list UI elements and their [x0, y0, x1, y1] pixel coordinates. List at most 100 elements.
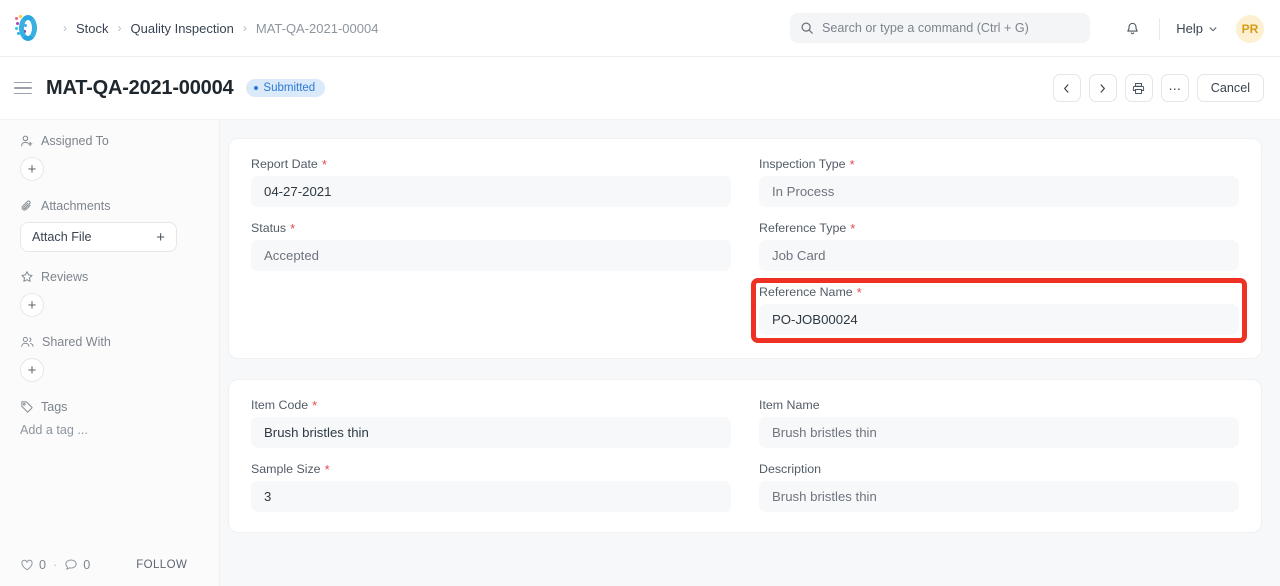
field-label: Description [759, 462, 1239, 476]
print-icon [1132, 82, 1145, 95]
item-code-input[interactable]: Brush bristles thin [251, 417, 731, 448]
label-text: Reference Name [759, 285, 853, 299]
star-icon [20, 270, 34, 284]
sidebar-label-attachments: Attachments [41, 199, 110, 213]
print-button[interactable] [1125, 74, 1153, 102]
plus-icon: + [156, 229, 165, 246]
top-navbar: › Stock › Quality Inspection › MAT-QA-20… [0, 0, 1280, 57]
field-inspection-type: Inspection Type * In Process [759, 157, 1239, 207]
breadcrumb-item-quality-inspection[interactable]: Quality Inspection [131, 21, 234, 36]
bell-icon [1124, 20, 1141, 37]
field-label: Item Code * [251, 398, 731, 412]
chevron-left-icon [1061, 83, 1072, 94]
field-label: Status * [251, 221, 731, 235]
document-sidebar: Assigned To + Attachments Attach File + [0, 120, 220, 586]
breadcrumb-separator-2: › [243, 21, 247, 35]
search-input[interactable] [822, 21, 1080, 35]
field-reference-name: Reference Name * PO-JOB00024 [756, 283, 1242, 338]
field-description: Description Brush bristles thin [759, 462, 1239, 512]
user-plus-icon [20, 134, 34, 148]
field-reference-type: Reference Type * Job Card [759, 221, 1239, 271]
sidebar-label-reviews: Reviews [41, 270, 88, 284]
add-tag-input[interactable]: Add a tag ... [20, 423, 203, 437]
label-text: Report Date [251, 157, 318, 171]
form-area: Report Date * 04-27-2021 Status * Accept… [220, 120, 1280, 586]
breadcrumb-separator-0: › [63, 21, 67, 35]
required-asterisk: * [325, 463, 330, 476]
sidebar-section-tags: Tags Add a tag ... [20, 400, 203, 437]
comment-icon [64, 558, 78, 572]
form-column-right: Inspection Type * In Process Reference T… [759, 157, 1239, 338]
label-text: Item Name [759, 398, 820, 412]
heart-icon [20, 558, 34, 572]
form-column-left: Report Date * 04-27-2021 Status * Accept… [251, 157, 731, 338]
page-body: Assigned To + Attachments Attach File + [0, 120, 1280, 586]
add-review-button[interactable]: + [20, 293, 44, 317]
sidebar-section-header: Reviews [20, 270, 203, 284]
field-label: Inspection Type * [759, 157, 1239, 171]
required-asterisk: * [322, 158, 327, 171]
more-actions-button[interactable]: ⋯ [1161, 74, 1189, 102]
page-title: MAT-QA-2021-00004 [46, 77, 233, 100]
reference-type-input[interactable]: Job Card [759, 240, 1239, 271]
previous-document-button[interactable] [1053, 74, 1081, 102]
footer-separator: · [53, 558, 57, 572]
sidebar-label-shared-with: Shared With [42, 335, 111, 349]
sidebar-label-assigned-to: Assigned To [41, 134, 109, 148]
like-counter[interactable]: 0 [20, 558, 46, 572]
breadcrumb-item-stock[interactable]: Stock [76, 21, 109, 36]
sample-size-input[interactable]: 3 [251, 481, 731, 512]
form-section-item-details: Item Code * Brush bristles thin Sample S… [228, 379, 1262, 533]
chevron-down-icon [1208, 24, 1218, 34]
add-assignment-button[interactable]: + [20, 157, 44, 181]
report-date-input[interactable]: 04-27-2021 [251, 176, 731, 207]
sidebar-section-header: Attachments [20, 199, 203, 213]
status-badge-label: Submitted [263, 82, 315, 94]
status-input[interactable]: Accepted [251, 240, 731, 271]
sidebar-footer: 0 · 0 FOLLOW [20, 558, 203, 572]
form-section-inspection-details: Report Date * 04-27-2021 Status * Accept… [228, 138, 1262, 359]
field-sample-size: Sample Size * 3 [251, 462, 731, 512]
required-asterisk: * [850, 158, 855, 171]
cancel-button[interactable]: Cancel [1197, 74, 1264, 102]
sidebar-section-attachments: Attachments Attach File + [20, 199, 203, 252]
navbar-right-group: Help PR [1115, 0, 1264, 57]
next-document-button[interactable] [1089, 74, 1117, 102]
field-item-code: Item Code * Brush bristles thin [251, 398, 731, 448]
field-label: Report Date * [251, 157, 731, 171]
erpnext-logo[interactable] [14, 14, 42, 42]
search-bar[interactable] [790, 13, 1090, 43]
form-column-right: Item Name Brush bristles thin Descriptio… [759, 398, 1239, 512]
breadcrumb-item-current: MAT-QA-2021-00004 [256, 21, 379, 36]
page-header-actions: ⋯ Cancel [1053, 74, 1264, 102]
page-header: MAT-QA-2021-00004 Submitted ⋯ Cancel [0, 57, 1280, 120]
notifications-button[interactable] [1115, 14, 1149, 44]
label-text: Status [251, 221, 286, 235]
avatar[interactable]: PR [1236, 15, 1264, 43]
sidebar-section-header: Tags [20, 400, 203, 414]
reference-name-input[interactable]: PO-JOB00024 [759, 304, 1239, 335]
breadcrumb: › Stock › Quality Inspection › MAT-QA-20… [54, 21, 378, 36]
field-report-date: Report Date * 04-27-2021 [251, 157, 731, 207]
field-label: Sample Size * [251, 462, 731, 476]
item-name-input[interactable]: Brush bristles thin [759, 417, 1239, 448]
add-share-button[interactable]: + [20, 358, 44, 382]
description-input[interactable]: Brush bristles thin [759, 481, 1239, 512]
form-column-left: Item Code * Brush bristles thin Sample S… [251, 398, 731, 512]
attach-file-button[interactable]: Attach File + [20, 222, 177, 252]
field-status: Status * Accepted [251, 221, 731, 271]
comment-counter[interactable]: 0 [64, 558, 90, 572]
follow-button[interactable]: FOLLOW [136, 559, 187, 571]
inspection-type-input[interactable]: In Process [759, 176, 1239, 207]
field-label: Item Name [759, 398, 1239, 412]
sidebar-section-assigned-to: Assigned To + [20, 134, 203, 181]
help-label: Help [1176, 21, 1203, 36]
sidebar-toggle-icon[interactable] [14, 82, 36, 95]
label-text: Item Code [251, 398, 308, 412]
required-asterisk: * [857, 286, 862, 299]
attach-file-label: Attach File [32, 230, 92, 244]
help-menu[interactable]: Help [1170, 21, 1224, 36]
field-label: Reference Name * [759, 285, 1239, 299]
label-text: Inspection Type [759, 157, 846, 171]
sidebar-section-header: Shared With [20, 335, 203, 349]
